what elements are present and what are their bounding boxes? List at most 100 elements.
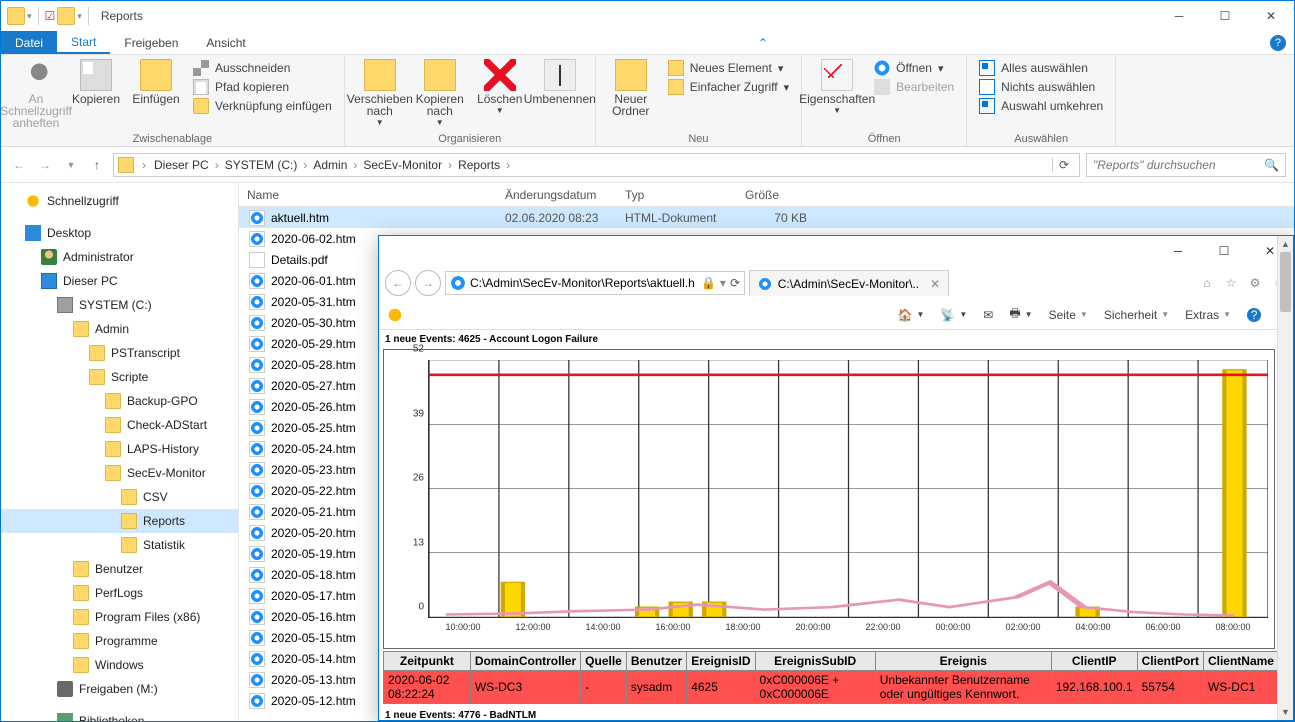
properties-button[interactable]: Eigenschaften▼ [808, 57, 866, 119]
scroll-up-icon[interactable]: ▲ [1278, 236, 1293, 252]
close-button[interactable]: ✕ [1248, 1, 1294, 31]
tb-print[interactable]: 🖶▼ [1009, 304, 1032, 325]
tb-page[interactable]: Seite [1049, 308, 1088, 322]
paste-button[interactable]: Einfügen [127, 57, 185, 107]
tb-mail[interactable]: ✉ [983, 308, 993, 322]
scroll-down-icon[interactable]: ▼ [1278, 704, 1293, 720]
col-size[interactable]: Größe [737, 183, 807, 206]
tree-node[interactable]: Schnellzugriff [1, 189, 238, 213]
crumb[interactable]: Dieser PC [152, 158, 211, 172]
cut-button[interactable]: Ausschneiden [189, 59, 336, 77]
tree-node[interactable]: Windows [1, 653, 238, 677]
refresh-button[interactable]: ⟳ [1052, 158, 1075, 172]
tree-node[interactable]: Program Files (x86) [1, 605, 238, 629]
file-row[interactable]: aktuell.htm02.06.2020 08:23HTML-Dokument… [239, 207, 1294, 228]
home-icon[interactable]: ⌂ [1199, 275, 1215, 291]
tree-node[interactable]: Bibliotheken [1, 709, 238, 721]
tree-node[interactable]: Administrator [1, 245, 238, 269]
scrollbar[interactable]: ▲ ▼ [1277, 236, 1293, 720]
selectall-button[interactable]: Alles auswählen [975, 59, 1107, 77]
minimize-button[interactable]: ─ [1156, 1, 1202, 31]
ie-back-button[interactable]: ← [385, 270, 411, 296]
pin-quickaccess-button[interactable]: An Schnellzugriff anheften [7, 57, 65, 131]
ie-minimize-button[interactable]: ─ [1155, 236, 1201, 266]
ribbon-collapse[interactable]: ⌃ [751, 31, 775, 54]
tab-view[interactable]: Ansicht [192, 31, 259, 54]
help-button[interactable]: ? [1270, 35, 1286, 51]
tree-node[interactable]: PerfLogs [1, 581, 238, 605]
tb-home[interactable]: 🏠▼ [898, 308, 925, 322]
crumb[interactable]: Reports [456, 158, 502, 172]
back-button[interactable]: ← [9, 155, 29, 175]
pastelink-button[interactable]: Verknüpfung einfügen [189, 97, 336, 115]
delete-button[interactable]: Löschen▼ [471, 57, 529, 119]
tree-node[interactable]: Statistik [1, 533, 238, 557]
nav-tree[interactable]: Schnellzugriff DesktopAdministratorDieser… [1, 183, 239, 721]
tree-node[interactable]: LAPS-History [1, 437, 238, 461]
tb-extras[interactable]: Extras [1185, 308, 1231, 322]
copypath-button[interactable]: Pfad kopieren [189, 78, 336, 96]
qat-check-icon[interactable]: ☑ [45, 9, 56, 23]
chevron-icon[interactable]: › [444, 158, 456, 172]
col-modified[interactable]: Änderungsdatum [497, 183, 617, 206]
moveto-button[interactable]: Verschieben nach▼ [351, 57, 409, 131]
tb-feeds[interactable]: 📡▼ [940, 308, 967, 322]
easyaccess-button[interactable]: Einfacher Zugriff ▾ [664, 78, 793, 96]
chevron-icon[interactable]: › [349, 158, 361, 172]
chevron-icon[interactable]: › [502, 158, 514, 172]
breadcrumb[interactable]: › Dieser PC›SYSTEM (C:)›Admin›SecEv-Moni… [113, 153, 1080, 177]
tree-node[interactable]: CSV [1, 485, 238, 509]
tb-help[interactable]: ? [1247, 308, 1261, 322]
ie-maximize-button[interactable]: ☐ [1201, 236, 1247, 266]
crumb[interactable]: SYSTEM (C:) [223, 158, 300, 172]
chevron-icon[interactable]: › [211, 158, 223, 172]
edit-button[interactable]: Bearbeiten [870, 78, 958, 96]
tb-security[interactable]: Sicherheit [1104, 308, 1169, 322]
col-type[interactable]: Typ [617, 183, 737, 206]
tree-node[interactable]: Freigaben (M:) [1, 677, 238, 701]
tab-start[interactable]: Start [57, 31, 110, 54]
rename-button[interactable]: Umbenennen [531, 57, 589, 107]
tree-node[interactable]: Benutzer [1, 557, 238, 581]
up-button[interactable]: ↑ [87, 155, 107, 175]
tree-node[interactable]: Admin [1, 317, 238, 341]
tree-node[interactable]: Desktop [1, 221, 238, 245]
maximize-button[interactable]: ☐ [1202, 1, 1248, 31]
col-name[interactable]: Name [239, 183, 497, 206]
chevron-icon[interactable]: › [138, 158, 150, 172]
tab-share[interactable]: Freigeben [110, 31, 192, 54]
tree-node[interactable]: Reports [1, 509, 238, 533]
newfolder-button[interactable]: Neuer Ordner [602, 57, 660, 119]
search-input[interactable] [1093, 158, 1264, 172]
tree-node[interactable]: SYSTEM (C:) [1, 293, 238, 317]
ie-address-bar[interactable]: C:\Admin\SecEv-Monitor\Reports\aktuell.h… [445, 271, 745, 295]
chevron-icon[interactable]: › [299, 158, 311, 172]
ie-tab[interactable]: C:\Admin\SecEv-Monitor\... ✕ [749, 270, 949, 296]
column-headers[interactable]: Name Änderungsdatum Typ Größe [239, 183, 1294, 207]
open-button[interactable]: Öffnen ▾ [870, 59, 958, 77]
tree-node[interactable]: Check-ADStart [1, 413, 238, 437]
add-favorite-icon[interactable] [387, 307, 403, 323]
ie-forward-button[interactable]: → [415, 270, 441, 296]
selectnone-button[interactable]: Nichts auswählen [975, 78, 1107, 96]
selectinv-button[interactable]: Auswahl umkehren [975, 97, 1107, 115]
crumb[interactable]: SecEv-Monitor [361, 158, 444, 172]
tree-node[interactable]: Dieser PC [1, 269, 238, 293]
tree-node[interactable]: Programme [1, 629, 238, 653]
forward-button[interactable]: → [35, 155, 55, 175]
qat-folder-icon[interactable] [57, 7, 75, 25]
tree-node[interactable]: Scripte [1, 365, 238, 389]
favorites-icon[interactable]: ☆ [1223, 275, 1239, 291]
copyto-button[interactable]: Kopieren nach▼ [411, 57, 469, 131]
tree-node[interactable]: SecEv-Monitor [1, 461, 238, 485]
ie-refresh-button[interactable]: ⟳ [730, 276, 740, 290]
tab-file[interactable]: Datei [1, 31, 57, 54]
close-tab-icon[interactable]: ✕ [930, 277, 940, 291]
search-box[interactable]: 🔍 [1086, 153, 1286, 177]
copy-button[interactable]: Kopieren [67, 57, 125, 107]
recent-dropdown[interactable]: ▼ [61, 155, 81, 175]
scroll-thumb[interactable] [1280, 252, 1291, 312]
crumb[interactable]: Admin [311, 158, 349, 172]
gear-icon[interactable]: ⚙ [1247, 275, 1263, 291]
tree-node[interactable]: Backup-GPO [1, 389, 238, 413]
